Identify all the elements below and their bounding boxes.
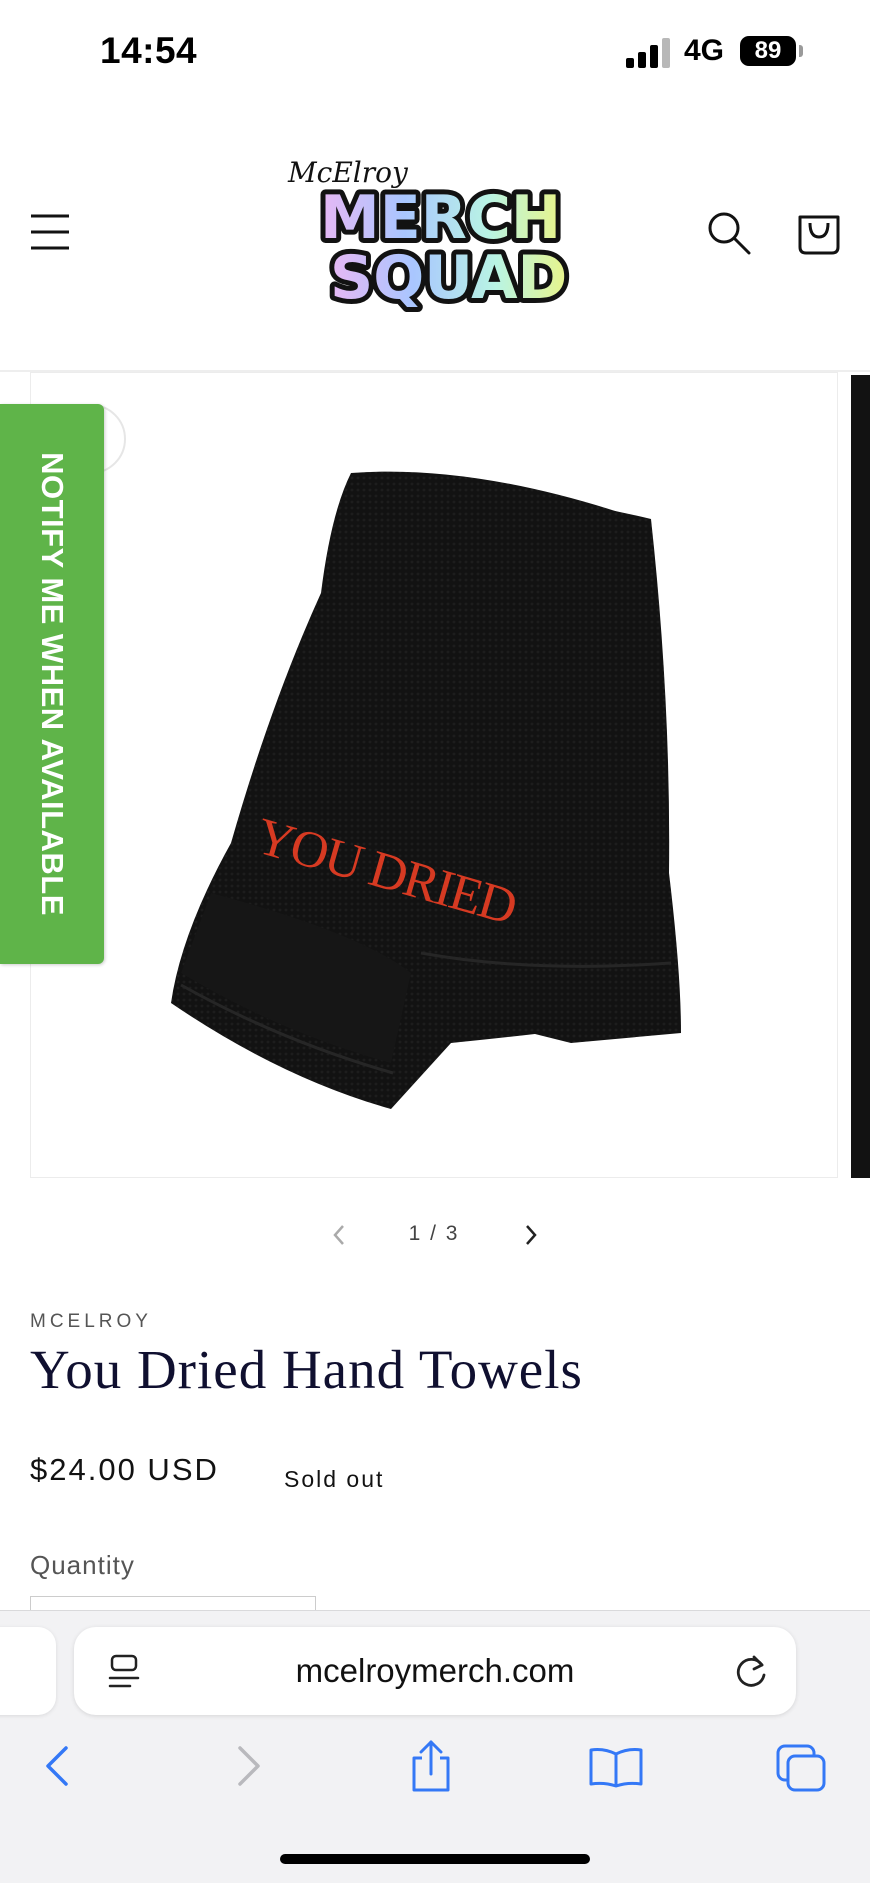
quantity-label: Quantity (30, 1550, 135, 1580)
url-text[interactable]: mcelroymerch.com (74, 1627, 796, 1715)
product-image-slide[interactable]: YOU DRIED (30, 372, 838, 1178)
search-icon[interactable] (706, 210, 752, 256)
tabs-icon[interactable] (776, 1744, 826, 1792)
notify-me-label: NOTIFY ME WHEN AVAILABLE (35, 452, 70, 916)
logo-line2: SQUAD (330, 243, 567, 312)
address-bar[interactable]: mcelroymerch.com (74, 1627, 796, 1715)
product-vendor: MCELROY (30, 1311, 152, 1332)
sold-out-badge: Sold out (284, 1466, 385, 1492)
slider-next-icon[interactable] (518, 1222, 542, 1248)
bookmarks-icon[interactable] (588, 1746, 644, 1788)
status-time: 14:54 (100, 30, 198, 71)
notify-me-button[interactable]: NOTIFY ME WHEN AVAILABLE (0, 404, 104, 964)
next-slide-peek[interactable] (851, 375, 870, 1178)
cart-icon[interactable] (796, 207, 842, 257)
slider-prev-icon[interactable] (328, 1222, 352, 1248)
signal-icon (626, 38, 672, 68)
page-settings-icon[interactable] (108, 1652, 140, 1692)
slider-counter: 1 / 3 (408, 1222, 460, 1245)
reload-icon[interactable] (734, 1651, 770, 1691)
hamburger-menu-icon[interactable] (30, 212, 70, 252)
network-type: 4G (684, 34, 725, 67)
share-icon[interactable] (408, 1740, 454, 1794)
battery-tip (799, 45, 803, 57)
towel-image: YOU DRIED (56, 404, 681, 1109)
back-icon[interactable] (40, 1744, 76, 1788)
forward-icon[interactable] (230, 1744, 266, 1788)
product-price: $24.00 USD (30, 1452, 219, 1487)
previous-tab-peek[interactable] (0, 1627, 56, 1715)
home-indicator (280, 1854, 590, 1864)
battery-icon: 89 (740, 36, 796, 66)
merch-squad-logo[interactable]: McElroy MERCH MERCH SQUAD SQUAD (280, 150, 590, 318)
product-title: You Dried Hand Towels (30, 1339, 583, 1400)
